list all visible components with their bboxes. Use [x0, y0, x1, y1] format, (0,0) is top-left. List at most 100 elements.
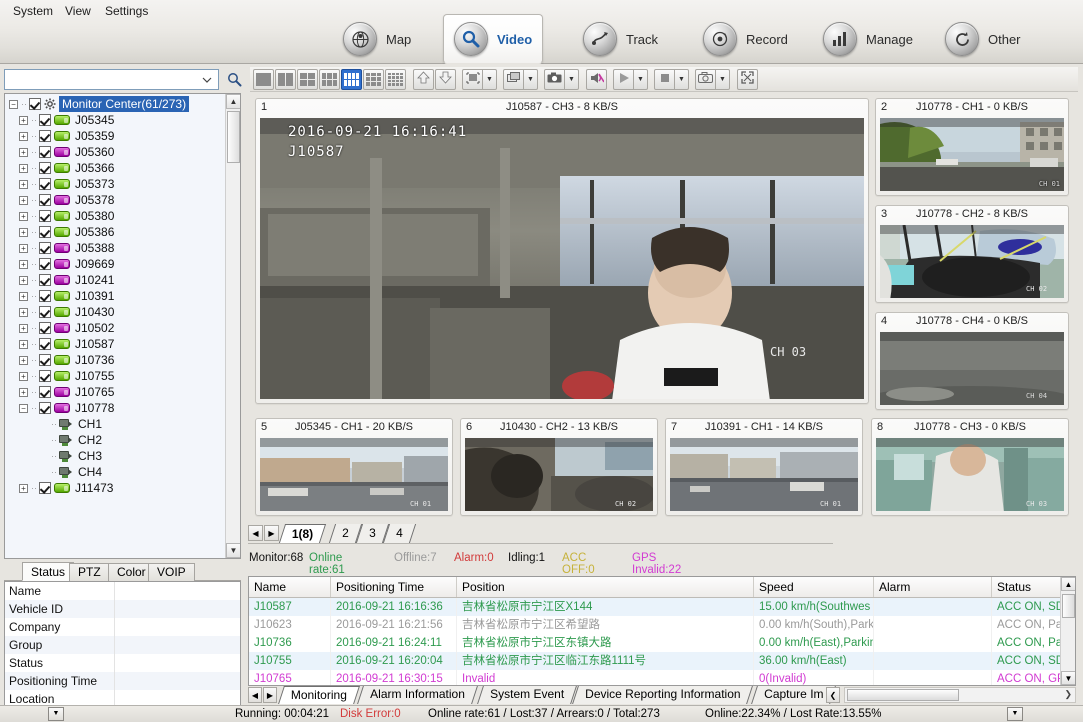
tree-node-j05386[interactable]: + ·· J05386 — [5, 224, 225, 240]
layout-4-button[interactable] — [297, 68, 318, 90]
video-panel-1-stream[interactable]: CH 03 2016-09-21 16:16:41 J10587 — [260, 118, 864, 399]
video-panel-3[interactable]: 3 J10778 - CH2 - 8 KB/S CH 02 — [875, 205, 1069, 303]
checkbox-j10587[interactable] — [39, 338, 51, 350]
pager-prev-button[interactable]: ◀ — [248, 525, 263, 541]
ribbon-button-video[interactable]: Video — [443, 14, 544, 64]
bottom-tab-monitoring[interactable]: Monitoring — [278, 686, 360, 704]
ribbon-button-manage[interactable]: Manage — [812, 14, 924, 64]
tree-node-j05359[interactable]: + ·· J05359 — [5, 128, 225, 144]
pager-next-button[interactable]: ▶ — [264, 525, 279, 541]
tab-status[interactable]: Status — [22, 562, 75, 581]
table-row[interactable]: J10736 2016-09-21 16:24:11 吉林省松原市宁江区东镇大路 0.… — [249, 634, 1075, 652]
tree-node-j10587[interactable]: + ·· J10587 — [5, 336, 225, 352]
search-button[interactable] — [223, 69, 245, 90]
expand-icon[interactable]: + — [19, 147, 28, 157]
capture-button-dropdown[interactable]: ▼ — [716, 68, 730, 90]
video-panel-1[interactable]: 1 J10587 - CH3 - 8 KB/S CH 03 2016-09-21… — [255, 98, 869, 404]
stop-button[interactable] — [654, 68, 675, 90]
hscroll-right-icon[interactable]: ❯ — [1064, 689, 1072, 700]
video-panel-8[interactable]: 8 J10778 - CH3 - 0 KB/S CH 03 — [871, 418, 1069, 516]
checkbox-j05366[interactable] — [39, 162, 51, 174]
table-row[interactable]: J10765 2016-09-21 16:30:15 Invalid 0(Invali… — [249, 670, 1075, 685]
page-up-button[interactable] — [413, 68, 434, 90]
table-column-speed[interactable]: Speed — [754, 577, 874, 597]
fullscreen-button[interactable] — [737, 68, 758, 90]
video-panel-3-stream[interactable]: CH 02 — [880, 225, 1064, 298]
bottom-tab-capture-image[interactable]: Capture Im — [751, 686, 837, 704]
ribbon-button-map[interactable]: Map — [332, 14, 422, 64]
table-column-positioning-time[interactable]: Positioning Time — [331, 577, 457, 597]
bottom-hscroll-thumb[interactable] — [847, 689, 959, 701]
expand-icon[interactable]: + — [19, 179, 28, 189]
fit-screen-button-dropdown[interactable]: ▼ — [483, 68, 497, 90]
tree-node-j05378[interactable]: + ·· J05378 — [5, 192, 225, 208]
tree-node-monitor-center[interactable]: − ·· Monitor Center(61/273) — [5, 96, 225, 112]
tree-node-j10765[interactable]: + ·· J10765 — [5, 384, 225, 400]
audio-button[interactable] — [586, 68, 607, 90]
tree-node-j10241[interactable]: + ·· J10241 — [5, 272, 225, 288]
window-mode-button-dropdown[interactable]: ▼ — [524, 68, 538, 90]
checkbox-j05359[interactable] — [39, 130, 51, 142]
expand-icon[interactable]: + — [19, 307, 28, 317]
ribbon-button-record[interactable]: Record — [692, 14, 799, 64]
checkbox-j10778[interactable] — [39, 402, 51, 414]
snapshot-button-dropdown[interactable]: ▼ — [565, 68, 579, 90]
checkbox-j11473[interactable] — [39, 482, 51, 494]
pager-tab-1[interactable]: 1(8) — [278, 524, 327, 543]
expand-icon[interactable]: + — [19, 323, 28, 333]
tree-node-j05380[interactable]: + ·· J05380 — [5, 208, 225, 224]
table-column-position[interactable]: Position — [457, 577, 754, 597]
checkbox-j05386[interactable] — [39, 226, 51, 238]
expand-icon[interactable]: + — [19, 275, 28, 285]
checkbox-j09669[interactable] — [39, 258, 51, 270]
video-panel-2[interactable]: 2 J10778 - CH1 - 0 KB/S CH 01 — [875, 98, 1069, 196]
tree-scroll-down-icon[interactable]: ▼ — [226, 543, 240, 558]
play-button-dropdown[interactable]: ▼ — [634, 68, 648, 90]
tree-scroll-thumb[interactable] — [227, 111, 240, 163]
layout-9-button[interactable] — [363, 68, 384, 90]
checkbox-j10502[interactable] — [39, 322, 51, 334]
bottom-tab-alarm-information[interactable]: Alarm Information — [357, 686, 478, 704]
video-panel-5-stream[interactable]: CH 01 — [260, 438, 448, 511]
checkbox-j10755[interactable] — [39, 370, 51, 382]
checkbox-j05373[interactable] — [39, 178, 51, 190]
fit-screen-button[interactable] — [462, 68, 483, 90]
layout-2-button[interactable] — [275, 68, 296, 90]
tree-node-j10755[interactable]: + ·· J10755 — [5, 368, 225, 384]
checkbox-j05345[interactable] — [39, 114, 51, 126]
checkbox-j10765[interactable] — [39, 386, 51, 398]
video-panel-6-stream[interactable]: CH 02 — [465, 438, 653, 511]
monitoring-table[interactable]: Name Positioning Time Position Speed Alarm St… — [248, 576, 1076, 686]
table-scroll-up-icon[interactable]: ▲ — [1061, 577, 1075, 591]
expand-icon[interactable]: + — [19, 115, 28, 125]
tree-node-channel-ch3[interactable]: ·· CH3 — [5, 448, 225, 464]
tree-scroll-up-icon[interactable]: ▲ — [226, 94, 240, 109]
ribbon-button-track[interactable]: Track — [572, 14, 669, 64]
video-panel-8-stream[interactable]: CH 03 — [876, 438, 1064, 511]
checkbox-j10736[interactable] — [39, 354, 51, 366]
expand-icon[interactable]: + — [19, 259, 28, 269]
video-panel-7-stream[interactable]: CH 01 — [670, 438, 858, 511]
tree-node-channel-ch1[interactable]: ·· CH1 — [5, 416, 225, 432]
video-panel-5[interactable]: 5 J05345 - CH1 - 20 KB/S CH 01 — [255, 418, 453, 516]
tree-node-j05366[interactable]: + ·· J05366 — [5, 160, 225, 176]
expand-icon[interactable]: + — [19, 339, 28, 349]
chevron-down-icon[interactable] — [198, 70, 216, 89]
checkbox-j05388[interactable] — [39, 242, 51, 254]
checkbox-j05360[interactable] — [39, 146, 51, 158]
bottom-tabs-next-button[interactable]: ▶ — [263, 687, 277, 703]
tree-node-channel-ch2[interactable]: ·· CH2 — [5, 432, 225, 448]
checkbox-monitor-center[interactable] — [29, 98, 41, 110]
search-input[interactable] — [7, 71, 199, 88]
bottom-horizontal-scrollbar[interactable]: ❯ — [844, 687, 1076, 703]
table-row[interactable]: J10623 2016-09-21 16:21:56 吉林省松原市宁江区希望路 0.0… — [249, 616, 1075, 634]
window-mode-button[interactable] — [503, 68, 524, 90]
tab-ptz[interactable]: PTZ — [69, 563, 110, 581]
video-panel-4[interactable]: 4 J10778 - CH4 - 0 KB/S CH 04 — [875, 312, 1069, 410]
expand-icon[interactable]: + — [19, 243, 28, 253]
bottom-tab-system-event[interactable]: System Event — [477, 686, 577, 704]
layout-8-button[interactable] — [341, 68, 362, 90]
layout-16-button[interactable] — [385, 68, 406, 90]
tree-node-j09669[interactable]: + ·· J09669 — [5, 256, 225, 272]
tree-node-j05388[interactable]: + ·· J05388 — [5, 240, 225, 256]
